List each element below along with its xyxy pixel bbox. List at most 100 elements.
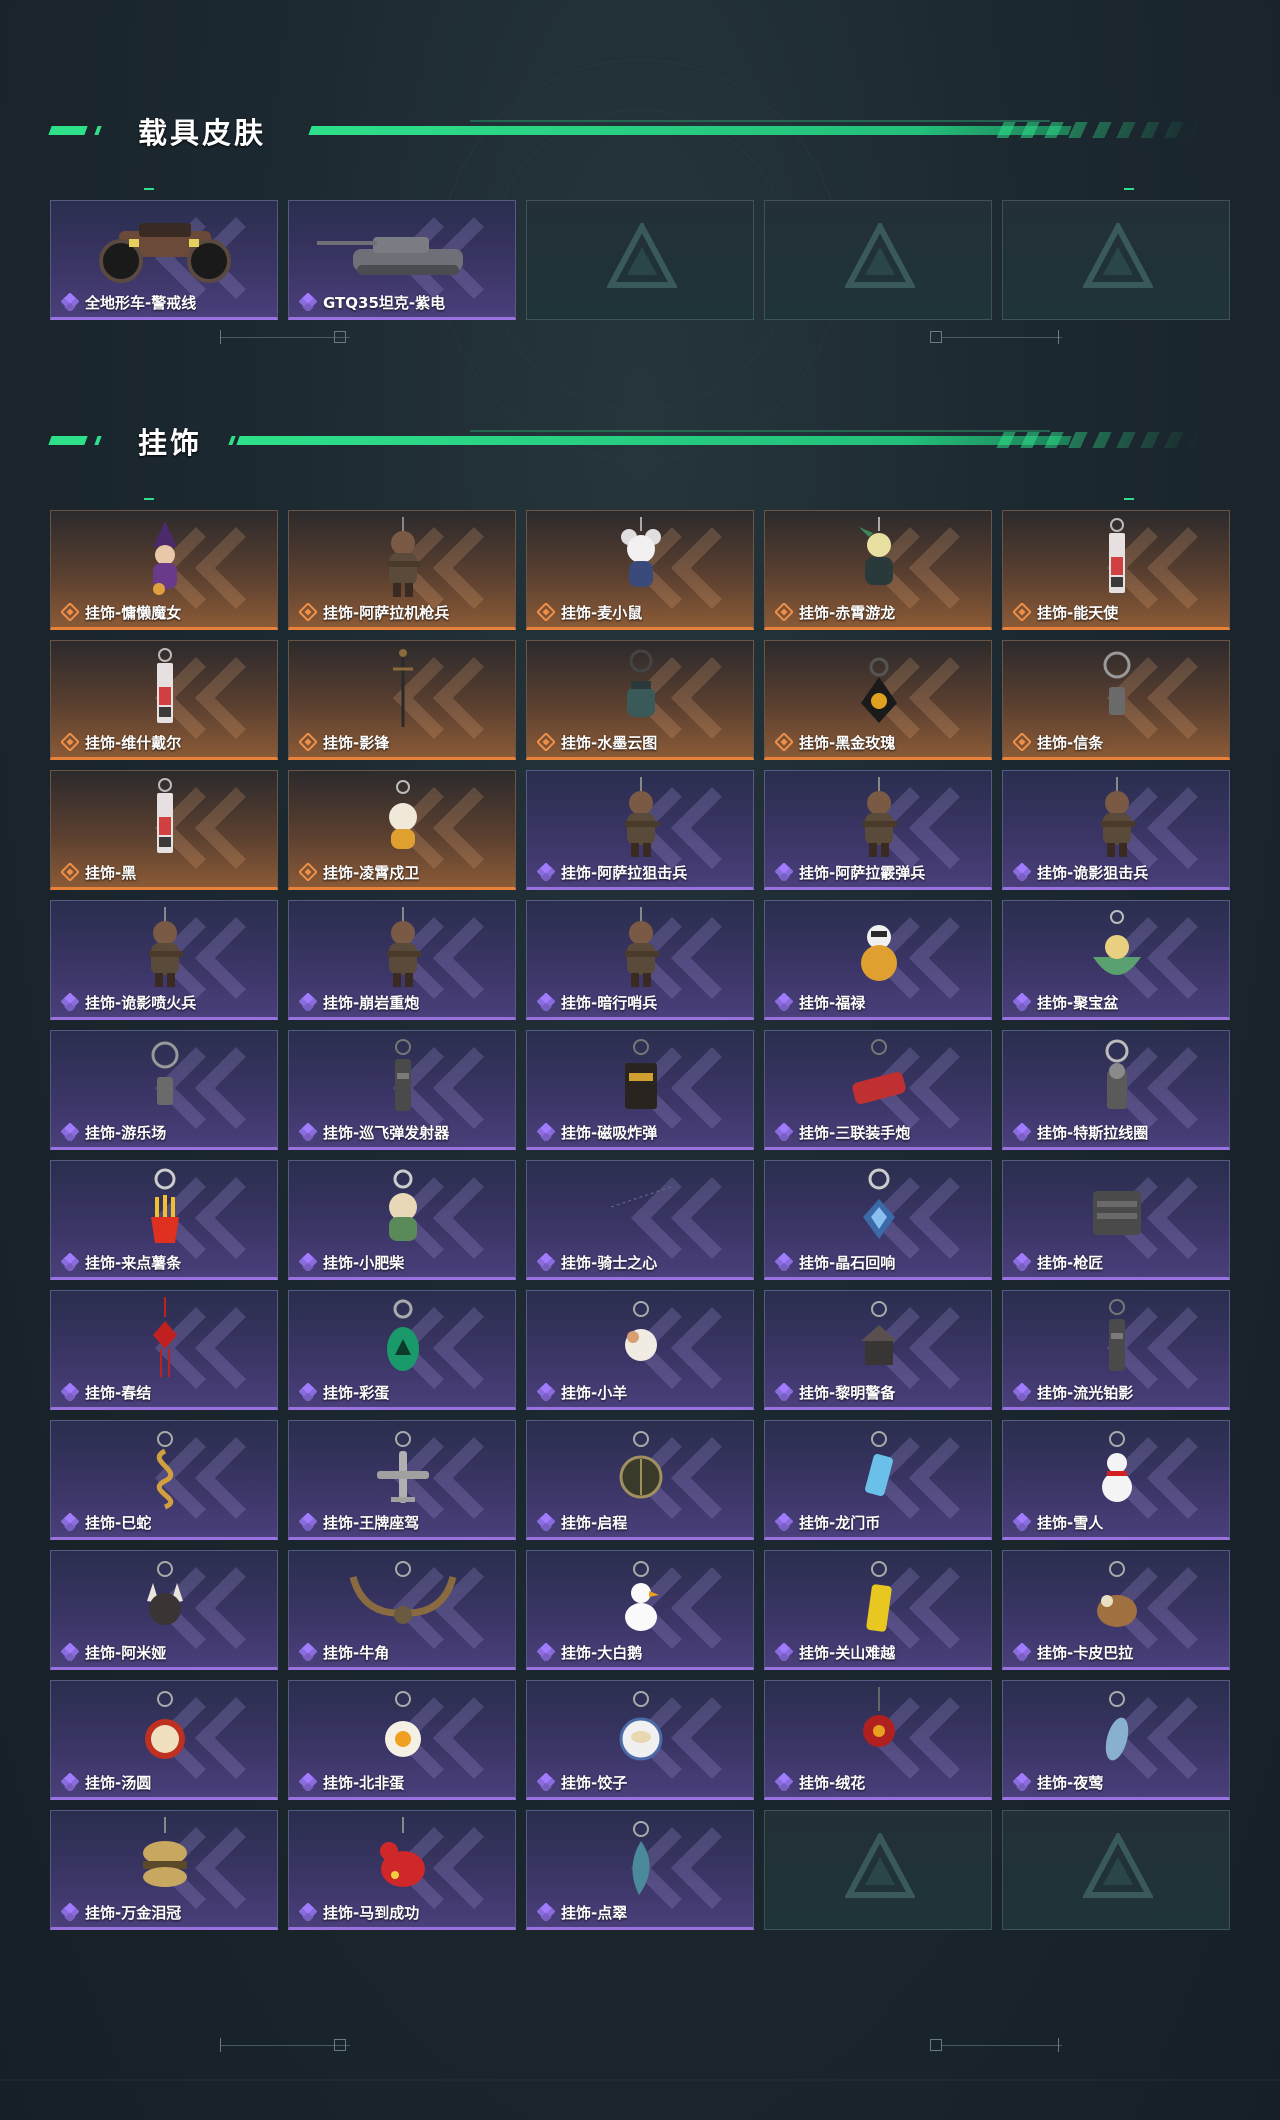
- rarity-orange-icon: [536, 602, 556, 622]
- charm-card[interactable]: 挂饰-特斯拉线圈: [1002, 1030, 1230, 1150]
- card-label: 挂饰-小肥柴: [323, 1254, 405, 1272]
- charm-card[interactable]: 挂饰-磁吸炸弹: [526, 1030, 754, 1150]
- rarity-purple-icon: [774, 1642, 794, 1663]
- charm-card[interactable]: 挂饰-马到成功: [288, 1810, 516, 1930]
- charm-card[interactable]: 挂饰-阿萨拉霰弹兵: [764, 770, 992, 890]
- charm-card[interactable]: 挂饰-来点薯条: [50, 1160, 278, 1280]
- item-image: [135, 1037, 195, 1123]
- frame-square: [930, 2039, 942, 2051]
- card-label: 挂饰-黎明警备: [799, 1384, 896, 1402]
- charm-card[interactable]: 挂饰-牛角: [288, 1550, 516, 1670]
- item-image: [317, 209, 489, 289]
- charm-card[interactable]: 挂饰-阿萨拉机枪兵: [288, 510, 516, 630]
- charm-card[interactable]: 挂饰-信条: [1002, 640, 1230, 760]
- frame-line: [942, 337, 1062, 338]
- item-image: [849, 647, 909, 733]
- card-label: 挂饰-阿萨拉狙击兵: [561, 864, 688, 882]
- item-image: [611, 1687, 671, 1773]
- charm-card[interactable]: 挂饰-黑: [50, 770, 278, 890]
- charm-card[interactable]: 挂饰-关山难越: [764, 1550, 992, 1670]
- charm-card[interactable]: 挂饰-夜莺: [1002, 1680, 1230, 1800]
- charm-card[interactable]: 挂饰-黎明警备: [764, 1290, 992, 1410]
- item-image: [849, 1427, 909, 1513]
- charm-card[interactable]: 挂饰-万金泪冠: [50, 1810, 278, 1930]
- charm-card[interactable]: 挂饰-春结: [50, 1290, 278, 1410]
- charm-card[interactable]: 挂饰-小羊: [526, 1290, 754, 1410]
- charm-card[interactable]: 挂饰-汤圆: [50, 1680, 278, 1800]
- charm-card[interactable]: 挂饰-巳蛇: [50, 1420, 278, 1540]
- rarity-orange-icon: [60, 862, 80, 882]
- card-label: 挂饰-诡影喷火兵: [85, 994, 197, 1012]
- rarity-purple-icon: [1012, 1772, 1032, 1793]
- item-image: [611, 1557, 671, 1643]
- item-image: [611, 907, 671, 993]
- charm-card[interactable]: 挂饰-巡飞弹发射器: [288, 1030, 516, 1150]
- item-image: [135, 1687, 195, 1773]
- charm-card[interactable]: 挂饰-晶石回响: [764, 1160, 992, 1280]
- frame-tick: [1058, 2038, 1059, 2052]
- rarity-purple-icon: [60, 1512, 80, 1533]
- card-label: 挂饰-大白鹅: [561, 1644, 643, 1662]
- charm-card[interactable]: 挂饰-大白鹅: [526, 1550, 754, 1670]
- item-image: [1087, 1297, 1147, 1383]
- charm-card[interactable]: 挂饰-聚宝盆: [1002, 900, 1230, 1020]
- card-label: 挂饰-春结: [85, 1384, 152, 1402]
- placeholder-logo-icon: [1081, 220, 1155, 293]
- rarity-purple-icon: [298, 1772, 318, 1793]
- card-label: 挂饰-小羊: [561, 1384, 628, 1402]
- rarity-purple-icon: [60, 1122, 80, 1143]
- rarity-purple-icon: [774, 1252, 794, 1273]
- charm-card[interactable]: 挂饰-彩蛋: [288, 1290, 516, 1410]
- item-image: [611, 1817, 671, 1903]
- item-image: [135, 647, 195, 733]
- charm-card[interactable]: 挂饰-崩岩重炮: [288, 900, 516, 1020]
- rarity-purple-icon: [60, 1642, 80, 1663]
- charm-card[interactable]: 挂饰-龙门币: [764, 1420, 992, 1540]
- charm-card[interactable]: 挂饰-黑金玫瑰: [764, 640, 992, 760]
- rarity-purple-icon: [536, 1772, 556, 1793]
- charm-card[interactable]: 挂饰-雪人: [1002, 1420, 1230, 1540]
- charm-card[interactable]: 挂饰-枪匠: [1002, 1160, 1230, 1280]
- charm-card[interactable]: 挂饰-绒花: [764, 1680, 992, 1800]
- rarity-orange-icon: [1012, 602, 1032, 622]
- charm-card[interactable]: 挂饰-能天使: [1002, 510, 1230, 630]
- charm-card[interactable]: 挂饰-水墨云图: [526, 640, 754, 760]
- charm-card[interactable]: 挂饰-卡皮巴拉: [1002, 1550, 1230, 1670]
- charm-card[interactable]: 挂饰-诡影喷火兵: [50, 900, 278, 1020]
- vehicle-skin-card[interactable]: GTQ35坦克-紫电: [288, 200, 516, 320]
- item-image: [373, 1687, 433, 1773]
- rarity-orange-icon: [774, 602, 794, 622]
- rarity-purple-icon: [774, 1772, 794, 1793]
- charm-card[interactable]: 挂饰-福禄: [764, 900, 992, 1020]
- card-label: 挂饰-北非蛋: [323, 1774, 405, 1792]
- charm-card[interactable]: 挂饰-影锋: [288, 640, 516, 760]
- charm-card[interactable]: 挂饰-慵懒魔女: [50, 510, 278, 630]
- charm-card[interactable]: 挂饰-赤霄游龙: [764, 510, 992, 630]
- vehicle-skin-card[interactable]: 全地形车-警戒线: [50, 200, 278, 320]
- charm-card[interactable]: 挂饰-骑士之心: [526, 1160, 754, 1280]
- charm-card[interactable]: 挂饰-小肥柴: [288, 1160, 516, 1280]
- rarity-purple-icon: [298, 1512, 318, 1533]
- charm-card[interactable]: 挂饰-王牌座驾: [288, 1420, 516, 1540]
- charm-card[interactable]: 挂饰-麦小鼠: [526, 510, 754, 630]
- charm-card[interactable]: 挂饰-暗行哨兵: [526, 900, 754, 1020]
- charm-card[interactable]: 挂饰-启程: [526, 1420, 754, 1540]
- charm-card[interactable]: 挂饰-维什戴尔: [50, 640, 278, 760]
- charm-card[interactable]: 挂饰-凌霄戍卫: [288, 770, 516, 890]
- header-accent: [48, 436, 88, 445]
- card-label: 挂饰-汤圆: [85, 1774, 152, 1792]
- charm-card[interactable]: 挂饰-阿米娅: [50, 1550, 278, 1670]
- charm-card[interactable]: 挂饰-饺子: [526, 1680, 754, 1800]
- rarity-purple-icon: [60, 1252, 80, 1273]
- card-label: 挂饰-磁吸炸弹: [561, 1124, 658, 1142]
- charm-card[interactable]: 挂饰-流光铂影: [1002, 1290, 1230, 1410]
- charm-card[interactable]: 挂饰-点翠: [526, 1810, 754, 1930]
- charm-card[interactable]: 挂饰-诡影狙击兵: [1002, 770, 1230, 890]
- charm-card[interactable]: 挂饰-游乐场: [50, 1030, 278, 1150]
- section-header-vehicles: 载具皮肤: [48, 104, 1204, 190]
- charm-card[interactable]: 挂饰-北非蛋: [288, 1680, 516, 1800]
- charm-card[interactable]: 挂饰-阿萨拉狙击兵: [526, 770, 754, 890]
- item-image: [135, 1427, 195, 1513]
- charm-card[interactable]: 挂饰-三联装手炮: [764, 1030, 992, 1150]
- header-accent: [228, 436, 236, 445]
